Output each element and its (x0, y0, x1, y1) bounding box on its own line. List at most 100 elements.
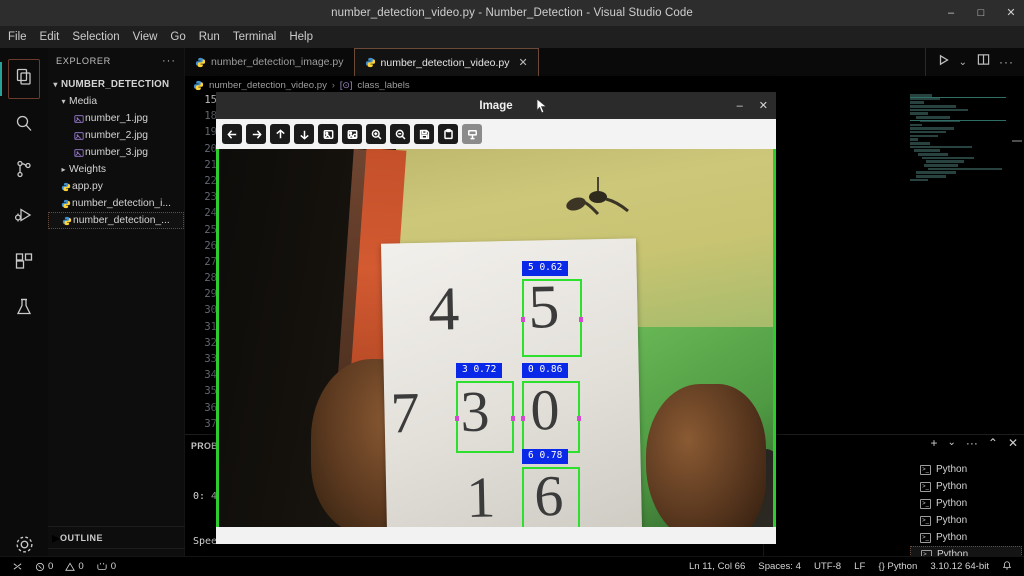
minimize-button[interactable]: – (944, 7, 958, 19)
menu-selection[interactable]: Selection (72, 31, 119, 43)
editor-action-bar: ⌄ ··· (924, 48, 1024, 76)
menu-go[interactable]: Go (170, 31, 185, 43)
close-panel-icon[interactable]: ✕ (1008, 437, 1018, 449)
status-errors[interactable]: 0 (35, 561, 53, 572)
frame-border (216, 149, 776, 527)
sidebar-section-outline[interactable]: ▸ OUTLINE (48, 526, 185, 548)
terminal-icon: >_ (920, 515, 931, 526)
menu-help[interactable]: Help (289, 31, 313, 43)
tab-number-detection-image[interactable]: number_detection_image.py (185, 48, 354, 76)
tree-item-number-detection-image[interactable]: number_detection_i... (48, 195, 184, 212)
terminal-instance-label: Python (936, 464, 968, 475)
save-icon[interactable] (414, 124, 434, 144)
tree-item-weights[interactable]: ▸ Weights (48, 161, 184, 178)
run-icon[interactable] (938, 53, 950, 71)
terminal-icon: >_ (920, 481, 931, 492)
image-original-icon[interactable] (342, 124, 362, 144)
cv-image-canvas[interactable]: 4 5 7 3 0 1 6 5 0.62 3 0.72 0 0.86 6 0.7… (216, 149, 776, 544)
menu-run[interactable]: Run (199, 31, 220, 43)
arrow-right-icon[interactable] (246, 124, 266, 144)
status-ports[interactable]: 0 (96, 561, 116, 572)
opencv-image-window[interactable]: Image – ✕ 4 5 7 3 0 1 6 5 0.62 3 0.72 0 … (216, 92, 776, 544)
terminal-instance[interactable]: >_ Python (910, 512, 1022, 529)
python-file-icon (193, 80, 204, 91)
tree-item-label: number_3.jpg (85, 147, 148, 158)
panel-action-bar: + ⌄ ··· ⌃ ✕ (930, 437, 1018, 449)
editor-tabs: number_detection_image.py number_detecti… (185, 48, 1024, 76)
editor-scrollbar[interactable] (1010, 94, 1024, 434)
menu-terminal[interactable]: Terminal (233, 31, 276, 43)
image-file-icon (72, 114, 85, 124)
arrow-up-icon[interactable] (270, 124, 290, 144)
activity-extensions[interactable] (0, 240, 48, 286)
status-indentation[interactable]: Spaces: 4 (758, 561, 801, 572)
window-controls: – □ ✕ (944, 0, 1018, 26)
status-eol[interactable]: LF (854, 561, 865, 572)
detection-box-0 (521, 381, 581, 453)
chevron-down-icon[interactable]: ⌄ (959, 57, 968, 68)
activity-run-debug[interactable] (0, 194, 48, 240)
menu-edit[interactable]: Edit (40, 31, 60, 43)
terminal-icon: >_ (920, 498, 931, 509)
python-file-icon (59, 182, 72, 192)
split-editor-icon[interactable] (977, 53, 990, 71)
cv-close-button[interactable]: ✕ (759, 99, 768, 112)
arrow-left-icon[interactable] (222, 124, 242, 144)
breadcrumb-file[interactable]: number_detection_video.py (209, 80, 327, 91)
editor-minimap[interactable] (910, 94, 1006, 434)
remote-indicator[interactable] (12, 561, 23, 572)
cv-minimize-button[interactable]: – (737, 100, 743, 112)
tree-item-number-3-jpg[interactable]: number_3.jpg (48, 144, 184, 161)
maximize-button[interactable]: □ (974, 7, 988, 19)
arrow-down-icon[interactable] (294, 124, 314, 144)
activity-source-control[interactable] (0, 148, 48, 194)
status-warnings[interactable]: 0 (65, 561, 84, 572)
terminal-instance[interactable]: >_ Python (910, 478, 1022, 495)
tree-item-number-1-jpg[interactable]: number_1.jpg (48, 110, 184, 127)
terminal-instance-label: Python (936, 481, 968, 492)
tree-item-label: Weights (69, 164, 107, 175)
tab-number-detection-video[interactable]: number_detection_video.py ✕ (353, 48, 539, 76)
tree-item-media[interactable]: ▾ Media (48, 93, 184, 110)
window-title: number_detection_video.py - Number_Detec… (331, 7, 693, 19)
zoom-out-icon[interactable] (390, 124, 410, 144)
close-icon[interactable]: ✕ (519, 56, 528, 69)
tree-item-label: Media (69, 96, 98, 107)
more-actions-icon[interactable]: ··· (966, 437, 978, 449)
explorer-more-actions[interactable]: ··· (162, 55, 176, 67)
terminal-instance[interactable]: >_ Python (910, 461, 1022, 478)
terminal-instance[interactable]: >_ Python (910, 495, 1022, 512)
close-button[interactable]: ✕ (1004, 7, 1018, 19)
status-cursor-position[interactable]: Ln 11, Col 66 (689, 561, 745, 572)
detection-label-3: 3 0.72 (456, 363, 503, 378)
breadcrumb-symbol[interactable]: class_labels (357, 80, 409, 91)
activity-testing[interactable] (0, 286, 48, 332)
chevron-down-icon[interactable]: ⌄ (947, 438, 955, 448)
tree-root-number-detection[interactable]: ▾ NUMBER_DETECTION (48, 76, 184, 93)
status-python-interpreter[interactable]: 3.10.12 64-bit (930, 561, 989, 572)
terminal-instance[interactable]: >_ Python (910, 529, 1022, 546)
activity-explorer[interactable] (0, 56, 48, 102)
tree-item-app-py[interactable]: app.py (48, 178, 184, 195)
more-actions-icon[interactable]: ··· (999, 55, 1014, 69)
chevron-down-icon: ▾ (53, 80, 58, 89)
image-fit-icon[interactable] (318, 124, 338, 144)
image-file-icon (72, 131, 85, 141)
terminal-instance-label: Python (936, 532, 968, 543)
new-terminal-button[interactable]: + (930, 437, 937, 449)
activity-search[interactable] (0, 102, 48, 148)
collapse-panel-icon[interactable]: ⌃ (988, 437, 998, 449)
explorer-header: EXPLORER ··· (48, 48, 184, 74)
tree-item-number-detection-video[interactable]: number_detection_... (48, 212, 184, 229)
tree-item-number-2-jpg[interactable]: number_2.jpg (48, 127, 184, 144)
bell-icon[interactable] (1002, 560, 1012, 574)
status-encoding[interactable]: UTF-8 (814, 561, 841, 572)
menu-view[interactable]: View (133, 31, 158, 43)
port-count: 0 (110, 561, 117, 572)
zoom-in-icon[interactable] (366, 124, 386, 144)
menu-file[interactable]: File (8, 31, 27, 43)
cv-title-bar[interactable]: Image – ✕ (216, 92, 776, 119)
clipboard-icon[interactable] (438, 124, 458, 144)
status-language-mode[interactable]: {} Python (878, 561, 917, 572)
detection-box-5 (521, 279, 583, 357)
